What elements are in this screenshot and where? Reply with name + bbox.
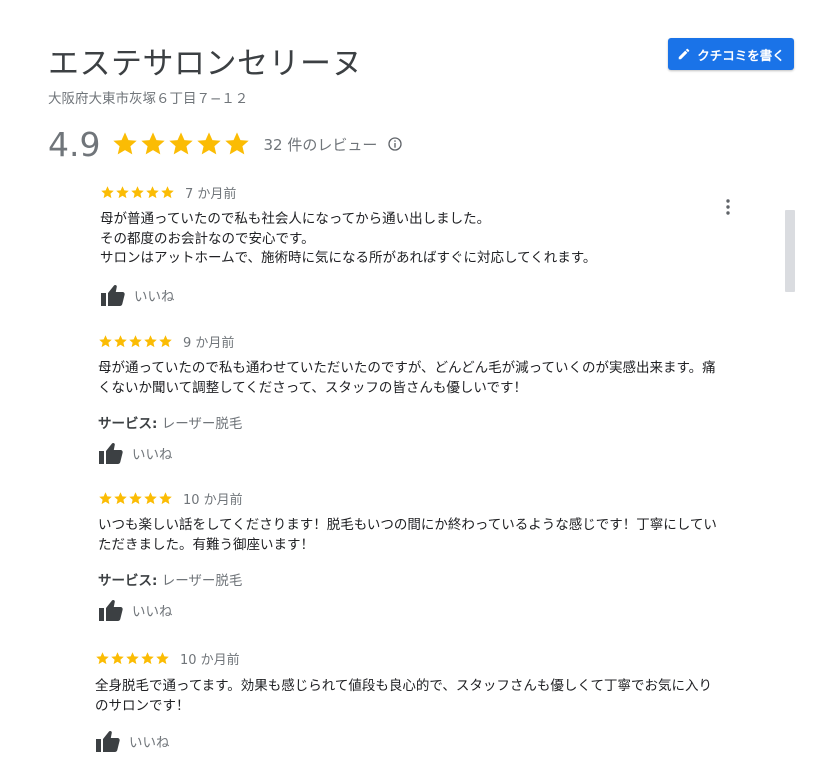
star-icon	[169, 132, 194, 155]
write-review-label: クチコミを書く	[697, 47, 785, 63]
thumbs-up-icon	[100, 283, 126, 307]
thumbs-up-icon	[98, 598, 124, 622]
review-text-line: 母が通っていたので私も通わせていただいたのですが、どんどん毛が減っていくのが実感…	[98, 360, 716, 376]
review-time: 10 か月前	[180, 653, 240, 668]
like-label: いいね	[134, 289, 175, 305]
star-icon	[96, 652, 109, 665]
star-icon	[197, 132, 222, 155]
star-icon	[111, 652, 124, 665]
star-icon	[225, 132, 250, 155]
star-icon	[161, 186, 174, 199]
star-icon	[156, 652, 169, 665]
review-text-line: いつも楽しい話をしてくださります！脱毛もいつの間にか終わっているような感じです！…	[98, 517, 717, 533]
review-text: 母が普通っていたので私も社会人になってから通い出しました。 その都度のお会計なの…	[100, 210, 596, 269]
like-button[interactable]: いいね	[95, 729, 170, 753]
star-icon	[101, 186, 114, 199]
star-icon	[99, 492, 112, 505]
star-icon	[131, 186, 144, 199]
review-time: 7 か月前	[185, 187, 237, 202]
review-text: 全身脱毛で通ってます。効果も感じられて値段も良心的で、スタッフさんも優しくて丁寧…	[95, 677, 712, 716]
review-service: サービス: レーザー脱毛	[98, 412, 242, 432]
service-label: サービス:	[98, 573, 158, 589]
review-text-line: その都度のお会計なので安心です。	[100, 230, 315, 247]
star-icon	[159, 335, 172, 348]
star-icon	[141, 132, 166, 155]
review-text-line: 母が普通っていたので私も社会人になってから通い出しました。	[100, 211, 491, 227]
more-vert-icon[interactable]	[722, 198, 734, 216]
review-text: いつも楽しい話をしてくださります！脱毛もいつの間にか終わっているような感じです！…	[98, 516, 717, 555]
like-label: いいね	[132, 447, 173, 463]
rating-summary: 4.9 32 件のレビュー	[48, 122, 403, 166]
like-button[interactable]: いいね	[100, 283, 175, 307]
star-icon	[144, 492, 157, 505]
review-text-line: くないか聞いて調整してくださって、スタッフの皆さんも優しいです！	[98, 379, 528, 396]
review-stars	[100, 185, 175, 200]
star-icon	[114, 492, 127, 505]
like-button[interactable]: いいね	[98, 441, 173, 465]
rating-stars	[111, 130, 251, 158]
review-stars	[98, 334, 173, 349]
average-rating: 4.9	[48, 124, 101, 164]
star-icon	[144, 335, 157, 348]
like-button[interactable]: いいね	[98, 598, 173, 622]
thumbs-up-icon	[95, 729, 121, 753]
review-text-line: サロンはアットホームで、施術時に気になる所があればすぐに対応してくれます。	[100, 250, 597, 266]
review-stars	[98, 491, 173, 506]
review-text-line: のサロンです！	[95, 697, 190, 714]
star-icon	[159, 492, 172, 505]
review-meta: 10 か月前	[98, 489, 243, 508]
pencil-icon	[677, 47, 691, 61]
thumbs-up-icon	[98, 441, 124, 465]
review-stars	[95, 651, 170, 666]
star-icon	[113, 132, 138, 155]
review-text: 母が通っていたので私も通わせていただいたのですが、どんどん毛が減っていくのが実感…	[98, 359, 716, 398]
review-text-line: 全身脱毛で通ってます。効果も感じられて値段も良心的で、スタッフさんも優しくて丁寧…	[95, 678, 712, 694]
review-meta: 9 か月前	[98, 332, 234, 351]
page-title: エステサロンセリーヌ	[48, 46, 363, 82]
service-value: レーザー脱毛	[161, 416, 243, 432]
review-meta: 7 か月前	[100, 183, 236, 202]
star-icon	[126, 652, 139, 665]
star-icon	[141, 652, 154, 665]
review-meta: 10 か月前	[95, 649, 240, 668]
business-address: 大阪府大東市灰塚６丁目７−１２	[48, 91, 249, 107]
write-review-button[interactable]: クチコミを書く	[668, 38, 794, 70]
review-text-line: ただきました。有難う御座います！	[98, 536, 314, 553]
star-icon	[116, 186, 129, 199]
review-count: 32 件のレビュー	[263, 135, 378, 154]
review-time: 10 か月前	[183, 493, 243, 508]
star-icon	[129, 335, 142, 348]
star-icon	[99, 335, 112, 348]
like-label: いいね	[132, 604, 173, 620]
star-icon	[146, 186, 159, 199]
star-icon	[114, 335, 127, 348]
service-label: サービス:	[98, 416, 158, 432]
service-value: レーザー脱毛	[161, 573, 243, 589]
info-icon[interactable]	[387, 136, 403, 152]
scrollbar[interactable]	[785, 210, 795, 292]
review-time: 9 か月前	[183, 336, 235, 351]
star-icon	[129, 492, 142, 505]
like-label: いいね	[129, 735, 170, 751]
review-service: サービス: レーザー脱毛	[98, 569, 242, 589]
